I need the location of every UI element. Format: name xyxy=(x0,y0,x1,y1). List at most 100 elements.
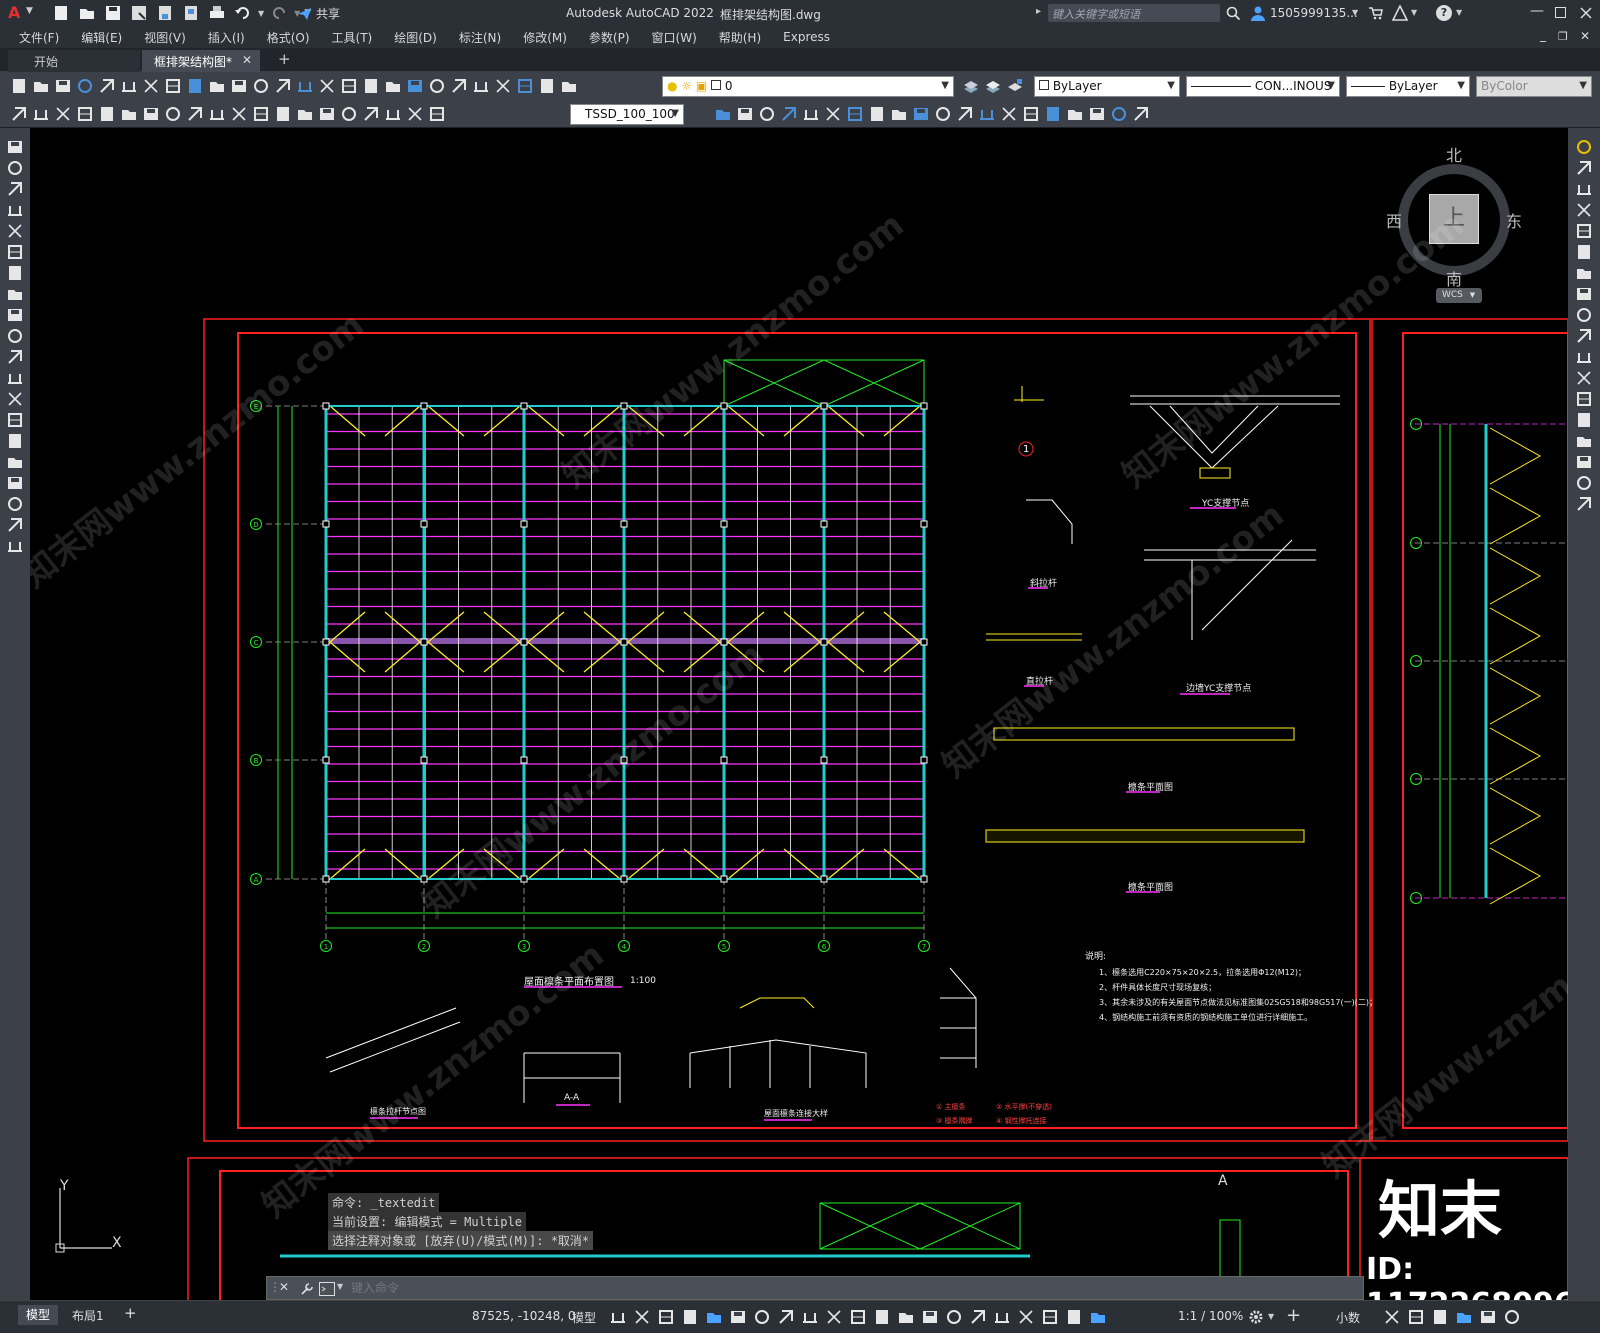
isodraft-icon[interactable] xyxy=(777,1308,795,1326)
tab-drawing[interactable]: 框排架结构图* ✕ xyxy=(142,50,260,72)
menu-edit[interactable]: 编辑(E) xyxy=(70,29,133,46)
insert-block-icon[interactable] xyxy=(6,369,24,387)
extend-icon[interactable] xyxy=(1575,348,1593,366)
menu-modify[interactable]: 修改(M) xyxy=(512,29,578,46)
viewcube-north[interactable]: 北 xyxy=(1446,142,1462,166)
erase-icon[interactable] xyxy=(1575,138,1593,156)
zoom-window-icon[interactable] xyxy=(362,77,380,95)
arc-length-icon[interactable] xyxy=(54,105,72,123)
ellipse-icon[interactable] xyxy=(6,327,24,345)
cart-icon[interactable] xyxy=(1368,6,1383,20)
polyline-icon[interactable] xyxy=(6,180,24,198)
menu-format[interactable]: 格式(O) xyxy=(256,29,321,46)
help-icon[interactable] xyxy=(538,77,556,95)
doc-close-icon[interactable]: ✕ xyxy=(1580,29,1590,43)
help-dropdown-icon[interactable]: ▼ xyxy=(1456,8,1462,17)
polar-dropdown-icon[interactable] xyxy=(753,1308,771,1326)
menu-parametric[interactable]: 参数(P) xyxy=(578,29,641,46)
copy-object-icon[interactable] xyxy=(1575,159,1593,177)
menu-tools[interactable]: 工具(T) xyxy=(321,29,384,46)
zoom-previous-icon[interactable] xyxy=(384,77,402,95)
construction-line-icon[interactable] xyxy=(6,159,24,177)
workspace-gear-icon[interactable] xyxy=(1248,1309,1264,1325)
break-point-icon[interactable] xyxy=(1575,369,1593,387)
ucs-icon[interactable] xyxy=(780,105,798,123)
ucs-manager-icon[interactable] xyxy=(1088,105,1106,123)
ucs-origin-icon[interactable] xyxy=(912,105,930,123)
cut-icon[interactable] xyxy=(164,77,182,95)
copy-icon[interactable] xyxy=(186,77,204,95)
markup-icon[interactable] xyxy=(494,77,512,95)
save-icon[interactable] xyxy=(54,77,72,95)
table-icon[interactable] xyxy=(6,495,24,513)
isolate-objects-icon[interactable] xyxy=(1431,1308,1449,1326)
layer-properties-icon[interactable] xyxy=(560,77,578,95)
dim-edit-icon[interactable] xyxy=(384,105,402,123)
ucs-prev-icon[interactable] xyxy=(824,105,842,123)
annotation-monitor-icon[interactable]: + xyxy=(1286,1305,1301,1326)
tool-palettes-icon[interactable] xyxy=(450,77,468,95)
search-icon[interactable] xyxy=(1226,6,1241,21)
menu-express[interactable]: Express xyxy=(772,30,841,44)
tab-start[interactable]: 开始 xyxy=(8,50,140,72)
plot-icon[interactable] xyxy=(76,77,94,95)
walk-icon[interactable] xyxy=(1132,105,1150,123)
layout-icon[interactable] xyxy=(758,105,776,123)
sheet-set-icon[interactable] xyxy=(472,77,490,95)
redo-icon[interactable] xyxy=(270,4,288,22)
layer-state-icon[interactable] xyxy=(1006,77,1024,95)
auto-scale-icon[interactable] xyxy=(1065,1308,1083,1326)
open-file-icon[interactable] xyxy=(78,4,96,22)
menu-view[interactable]: 视图(V) xyxy=(133,29,197,46)
ellipse-arc-icon[interactable] xyxy=(6,348,24,366)
region-icon[interactable] xyxy=(6,474,24,492)
layer-combo[interactable]: ● ☼ ▣ 0 ▼ xyxy=(662,76,954,97)
command-prompt-icon[interactable] xyxy=(319,1282,335,1296)
new-file-icon[interactable] xyxy=(52,4,70,22)
zoom-realtime-icon[interactable] xyxy=(340,77,358,95)
menu-draw[interactable]: 绘图(D) xyxy=(383,29,448,46)
color-combo[interactable]: ByLayer ▼ xyxy=(1034,76,1180,97)
command-close-icon[interactable]: ✕ xyxy=(279,1280,289,1294)
transparency-icon[interactable] xyxy=(897,1308,915,1326)
tab-close-icon[interactable]: ✕ xyxy=(242,53,252,67)
quickcalc-icon[interactable] xyxy=(516,77,534,95)
paste-icon[interactable] xyxy=(208,77,226,95)
ucs-z-icon[interactable] xyxy=(1022,105,1040,123)
drawing-canvas[interactable]: 1234567EDCBA 屋面檩条平面布置图 1:100 YC支撑节点 边墙YC… xyxy=(30,128,1568,1300)
named-ucs-icon[interactable] xyxy=(1066,105,1084,123)
explode-icon[interactable] xyxy=(1575,495,1593,513)
user-dropdown-icon[interactable]: ▼ xyxy=(1352,8,1358,17)
menu-help[interactable]: 帮助(H) xyxy=(708,29,772,46)
layer-previous-icon[interactable] xyxy=(984,77,1002,95)
dim-update-icon[interactable] xyxy=(428,105,446,123)
save-as-icon[interactable] xyxy=(130,4,148,22)
app-menu-chevron-icon[interactable]: ▼ xyxy=(26,6,33,16)
qnew-icon[interactable] xyxy=(10,77,28,95)
stretch-icon[interactable] xyxy=(1575,306,1593,324)
quick-dim-icon[interactable] xyxy=(186,105,204,123)
viewport-icon[interactable] xyxy=(714,105,732,123)
menu-insert[interactable]: 插入(I) xyxy=(197,29,256,46)
infer-icon[interactable] xyxy=(681,1308,699,1326)
redo-icon[interactable] xyxy=(296,77,314,95)
continue-icon[interactable] xyxy=(230,105,248,123)
linear-dim-icon[interactable] xyxy=(10,105,28,123)
space-toggle[interactable]: 模型 xyxy=(572,1309,596,1326)
help-button[interactable]: ? xyxy=(1436,5,1452,21)
snap-dropdown-icon[interactable] xyxy=(657,1308,675,1326)
doc-minimize-icon[interactable]: _ xyxy=(1540,28,1546,42)
angular-icon[interactable] xyxy=(164,105,182,123)
match-prop-icon[interactable] xyxy=(230,77,248,95)
radius-dim-icon[interactable] xyxy=(98,105,116,123)
autodesk-app-icon[interactable] xyxy=(1392,5,1408,21)
selection-cycling-icon[interactable] xyxy=(921,1308,939,1326)
tab-layout1[interactable]: 布局1 xyxy=(72,1307,104,1324)
dim-space-icon[interactable] xyxy=(252,105,270,123)
doc-restore-icon[interactable]: ❐ xyxy=(1558,30,1568,43)
command-input[interactable] xyxy=(351,1279,1341,1297)
dim-text-edit-icon[interactable] xyxy=(406,105,424,123)
publish-icon[interactable] xyxy=(120,77,138,95)
mtext-icon[interactable] xyxy=(6,516,24,534)
plot-icon[interactable] xyxy=(208,4,226,22)
